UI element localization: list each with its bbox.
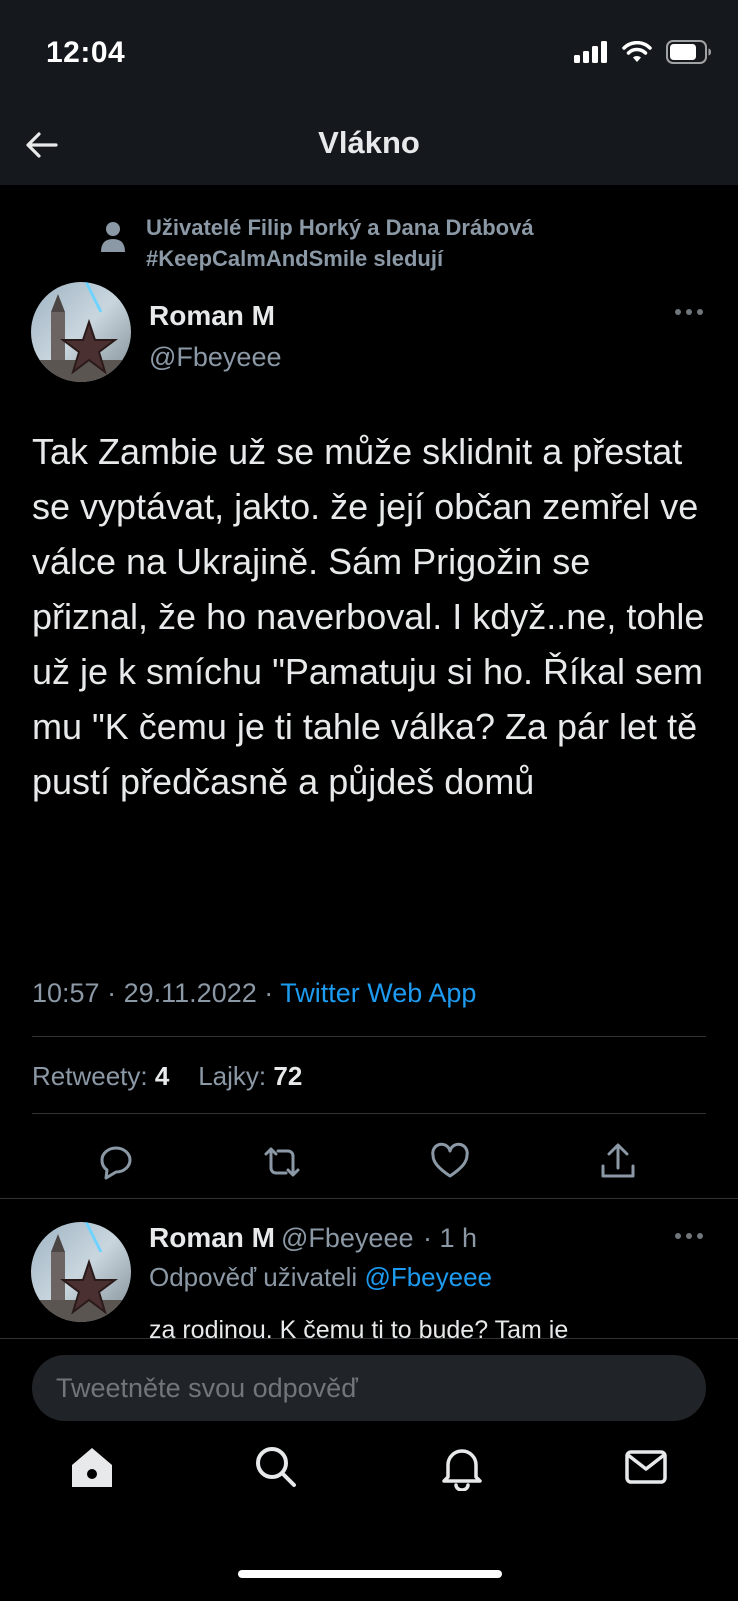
tweet-actions <box>0 1140 738 1200</box>
home-indicator[interactable] <box>238 1570 502 1578</box>
social-context-text[interactable]: Uživatelé Filip Horký a Dana Drábová #Ke… <box>146 212 666 274</box>
retweets-count: 4 <box>154 1061 170 1091</box>
status-icons <box>574 40 712 64</box>
reply-input[interactable] <box>32 1355 706 1421</box>
author-name[interactable]: Roman M <box>149 300 281 332</box>
retweets-stat[interactable]: Retweety: 4 <box>32 1061 169 1091</box>
search-icon[interactable] <box>252 1443 300 1491</box>
reply-author-handle[interactable]: @Fbeyeee <box>281 1223 413 1253</box>
share-icon[interactable] <box>596 1140 640 1184</box>
reply-to-handle[interactable]: @Fbeyeee <box>364 1262 492 1292</box>
reply-composer[interactable] <box>32 1355 706 1421</box>
tweet-meta: 10:57 · 29.11.2022 · Twitter Web App <box>32 978 476 1009</box>
reply-time: · 1 h <box>423 1223 478 1253</box>
nav-bar: Vlákno <box>0 105 738 185</box>
likes-count: 72 <box>273 1061 303 1091</box>
tweet-text: Tak Zambie už se může sklidnit a přestat… <box>32 431 705 802</box>
person-icon <box>101 222 125 252</box>
bottom-area <box>0 1338 738 1601</box>
retweets-label: Retweety: <box>32 1061 148 1091</box>
likes-stat[interactable]: Lajky: 72 <box>198 1061 302 1091</box>
messages-icon[interactable] <box>622 1443 670 1491</box>
status-bar: 12:04 <box>0 0 738 105</box>
author-handle[interactable]: @Fbeyeee <box>149 342 281 373</box>
reply-header[interactable]: Roman M @Fbeyeee · 1 h <box>149 1222 477 1254</box>
tweet-source-link[interactable]: Twitter Web App <box>280 978 476 1008</box>
reply-author-name[interactable]: Roman M <box>149 1222 275 1253</box>
home-icon[interactable] <box>68 1443 116 1491</box>
divider <box>32 1036 706 1037</box>
author-avatar[interactable] <box>31 282 131 382</box>
tweet-author[interactable]: Roman M @Fbeyeee <box>149 300 281 373</box>
tweet-stats: Retweety: 4 Lajky: 72 <box>32 1061 302 1092</box>
meta-separator: · <box>107 978 117 1008</box>
reply-to-label: Odpověď uživateli <box>149 1262 358 1292</box>
reply-avatar[interactable] <box>31 1222 131 1322</box>
tweet-date: 29.11.2022 <box>123 978 257 1008</box>
likes-label: Lajky: <box>198 1061 267 1091</box>
reply-to: Odpověď uživateli @Fbeyeee <box>149 1262 492 1293</box>
divider <box>32 1113 706 1114</box>
status-time: 12:04 <box>46 36 126 69</box>
retweet-icon[interactable] <box>260 1140 304 1184</box>
divider <box>0 1198 738 1199</box>
reply-icon[interactable] <box>94 1140 138 1184</box>
wifi-icon <box>622 41 652 62</box>
reply-text: za rodinou. K čemu ti to bude? Tam je <box>149 1316 569 1338</box>
page-title: Vlákno <box>318 125 420 160</box>
social-context: Uživatelé Filip Horký a Dana Drábová #Ke… <box>100 212 666 274</box>
like-icon[interactable] <box>428 1140 472 1184</box>
signal-icon <box>574 41 607 63</box>
more-options-icon[interactable] <box>674 306 704 318</box>
battery-icon <box>666 40 711 64</box>
notifications-icon[interactable] <box>438 1443 486 1491</box>
reply-more-options-icon[interactable] <box>674 1230 704 1242</box>
tweet-time: 10:57 <box>32 978 100 1008</box>
meta-separator: · <box>264 978 274 1008</box>
